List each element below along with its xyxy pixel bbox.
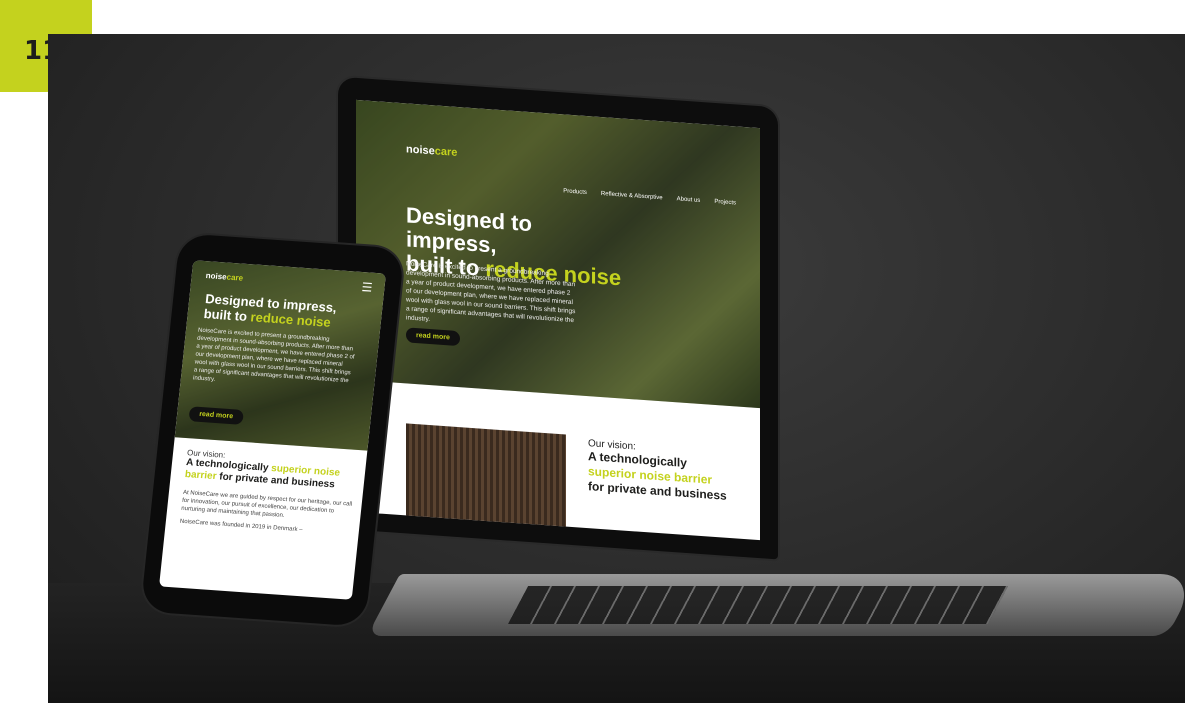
phone-vision-section: Our vision: A technologically superior n… xyxy=(180,448,358,536)
phone-device: noisecare ☰ Designed to impress, built t… xyxy=(140,233,405,627)
logo-text-care: care xyxy=(226,272,244,283)
noise-barrier-photo xyxy=(406,423,566,535)
laptop-keyboard xyxy=(507,586,1009,624)
laptop-lid: noisecare Products Reflective & Absorpti… xyxy=(338,76,778,560)
phone-screen: noisecare ☰ Designed to impress, built t… xyxy=(159,260,386,600)
laptop-hero-text: NoiseCare is excited to present a ground… xyxy=(406,260,576,325)
laptop-screen: noisecare Products Reflective & Absorpti… xyxy=(356,99,760,541)
logo-text-noise: noise xyxy=(406,143,435,158)
hero-title-prefix: built to xyxy=(203,306,252,325)
phone-hero-text: NoiseCare is excited to present a ground… xyxy=(192,327,355,385)
logo-text-care: care xyxy=(434,145,458,159)
hero-title-line1: Designed to impress, xyxy=(406,202,532,258)
hamburger-icon[interactable]: ☰ xyxy=(361,280,373,295)
vision-heading: A technologically superior noise barrier… xyxy=(588,449,738,504)
laptop-vision-section: Our vision: A technologically superior n… xyxy=(588,438,738,504)
vision-body-text: At NoiseCare we are guided by respect fo… xyxy=(180,489,353,519)
logo-text-noise: noise xyxy=(205,271,228,282)
mockup-scene: noisecare Products Reflective & Absorpti… xyxy=(48,34,1185,703)
